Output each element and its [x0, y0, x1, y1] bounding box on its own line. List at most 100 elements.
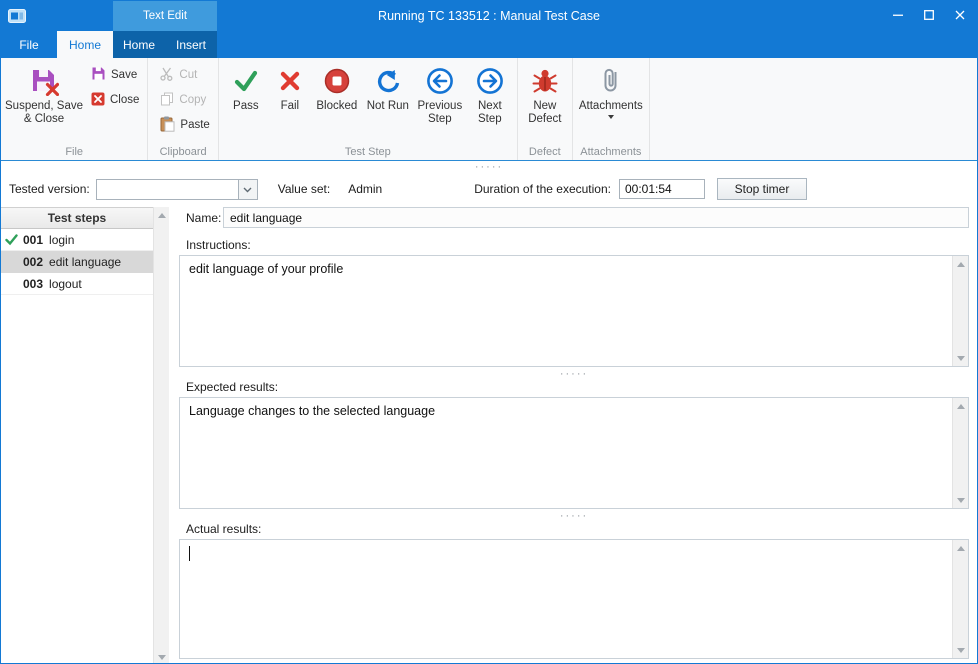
- step-name: login: [49, 233, 74, 247]
- close-button[interactable]: Close: [87, 89, 143, 111]
- pass-button[interactable]: Pass: [223, 62, 269, 113]
- pass-label: Pass: [233, 100, 259, 113]
- attachments-icon: [598, 64, 624, 97]
- name-row: Name:: [179, 207, 969, 228]
- test-step-row-002[interactable]: 002 edit language: [1, 251, 153, 273]
- titlebar[interactable]: Text Edit Running TC 133512 : Manual Tes…: [1, 1, 977, 31]
- scroll-up-button[interactable]: [953, 256, 968, 272]
- expected-results-textarea[interactable]: Language changes to the selected languag…: [179, 397, 969, 509]
- attachments-button[interactable]: Attachments: [577, 62, 645, 119]
- maximize-icon: [924, 7, 934, 25]
- actual-scrollbar[interactable]: [952, 540, 968, 658]
- tab-home[interactable]: Home: [57, 31, 113, 58]
- group-caption-attachments: Attachments: [573, 146, 649, 158]
- tab-file[interactable]: File: [1, 31, 57, 58]
- name-input[interactable]: [223, 207, 969, 228]
- splitter-dots: ·····: [560, 371, 588, 377]
- step-passed-check-icon: [5, 233, 18, 249]
- ribbon-splitter[interactable]: ·····: [1, 161, 977, 173]
- instructions-scrollbar[interactable]: [952, 256, 968, 366]
- suspend-save-close-button[interactable]: Suspend, Save & Close: [5, 62, 83, 126]
- triangle-down-icon: [158, 655, 166, 660]
- test-step-row-001[interactable]: 001 login: [1, 229, 153, 251]
- triangle-up-icon: [957, 262, 965, 267]
- execution-toolbar: Tested version: Value set: Admin Duratio…: [1, 173, 977, 205]
- group-caption-file: File: [1, 146, 147, 158]
- expected-actual-splitter[interactable]: ·····: [179, 509, 969, 522]
- next-step-button[interactable]: Next Step: [467, 62, 513, 126]
- new-defect-button[interactable]: New Defect: [522, 62, 568, 126]
- test-steps-panel: Test steps 001 login 002 edit language 0…: [1, 207, 169, 664]
- tested-version-combobox[interactable]: [96, 179, 258, 200]
- close-window-button[interactable]: [944, 1, 975, 31]
- not-run-icon: [374, 64, 402, 97]
- scroll-down-button[interactable]: [154, 649, 169, 664]
- blocked-label: Blocked: [316, 100, 357, 113]
- scrollbar-track[interactable]: [953, 272, 968, 350]
- app-icon[interactable]: [8, 9, 26, 23]
- scroll-up-button[interactable]: [953, 398, 968, 414]
- ribbon-group-test-step: Pass Fail Blocked Not Run Previous Step …: [219, 58, 518, 160]
- steps-scrollbar[interactable]: [153, 207, 169, 664]
- actual-results-textarea[interactable]: [179, 539, 969, 659]
- combobox-dropdown-button[interactable]: [238, 180, 257, 199]
- attachments-dropdown-icon[interactable]: [608, 115, 614, 119]
- ribbon-group-attachments: Attachments Attachments: [573, 58, 650, 160]
- ribbon-group-clipboard: Cut Copy Paste Clipboard: [148, 58, 218, 160]
- expected-results-text: Language changes to the selected languag…: [180, 398, 952, 508]
- ribbon-group-file: Suspend, Save & Close Save Close File: [1, 58, 148, 160]
- new-defect-icon: [531, 64, 559, 97]
- ribbon-group-defect: New Defect Defect: [518, 58, 573, 160]
- scrollbar-track[interactable]: [154, 223, 169, 649]
- save-button[interactable]: Save: [87, 64, 143, 86]
- duration-input[interactable]: [619, 179, 705, 199]
- expected-scrollbar[interactable]: [952, 398, 968, 508]
- fail-button[interactable]: Fail: [269, 62, 311, 113]
- name-label: Name:: [179, 211, 223, 225]
- triangle-down-icon: [957, 648, 965, 653]
- tab-textedit-insert[interactable]: Insert: [165, 31, 217, 58]
- tab-textedit-home[interactable]: Home: [113, 31, 165, 58]
- suspend-save-close-icon: [29, 64, 59, 97]
- group-caption-test-step: Test Step: [219, 146, 517, 158]
- fail-icon: [276, 64, 304, 97]
- chevron-down-icon: [243, 182, 252, 196]
- scroll-down-button[interactable]: [953, 642, 968, 658]
- triangle-down-icon: [957, 356, 965, 361]
- next-step-label: Next Step: [467, 100, 513, 126]
- test-step-row-003[interactable]: 003 logout: [1, 273, 153, 295]
- tested-version-value: [97, 180, 238, 199]
- scroll-down-button[interactable]: [953, 492, 968, 508]
- paste-label: Paste: [180, 119, 209, 131]
- copy-button[interactable]: Copy: [156, 89, 213, 111]
- blocked-icon: [323, 64, 351, 97]
- paste-button[interactable]: Paste: [156, 114, 213, 136]
- expected-results-label: Expected results:: [179, 380, 969, 395]
- triangle-up-icon: [957, 546, 965, 551]
- scrollbar-track[interactable]: [953, 556, 968, 642]
- scroll-up-button[interactable]: [953, 540, 968, 556]
- previous-step-button[interactable]: Previous Step: [413, 62, 467, 126]
- previous-step-label: Previous Step: [413, 100, 467, 126]
- instructions-expected-splitter[interactable]: ·····: [179, 367, 969, 380]
- blocked-button[interactable]: Blocked: [311, 62, 363, 113]
- instructions-textarea[interactable]: edit language of your profile: [179, 255, 969, 367]
- suspend-save-close-label: Suspend, Save & Close: [5, 100, 83, 126]
- clipboard-buttons: Cut Copy Paste: [156, 62, 213, 136]
- stop-timer-button[interactable]: Stop timer: [717, 178, 807, 200]
- minimize-button[interactable]: [882, 1, 913, 31]
- fail-label: Fail: [281, 100, 300, 113]
- scrollbar-track[interactable]: [953, 414, 968, 492]
- previous-step-icon: [426, 64, 454, 97]
- minimize-icon: [893, 7, 903, 25]
- attachments-label: Attachments: [579, 100, 643, 113]
- save-icon: [91, 66, 106, 84]
- scroll-up-button[interactable]: [154, 207, 169, 223]
- duration-label: Duration of the execution:: [474, 182, 611, 196]
- pass-icon: [232, 64, 260, 97]
- not-run-button[interactable]: Not Run: [363, 62, 413, 113]
- instructions-text: edit language of your profile: [180, 256, 952, 366]
- cut-button[interactable]: Cut: [156, 64, 213, 86]
- scroll-down-button[interactable]: [953, 350, 968, 366]
- maximize-button[interactable]: [913, 1, 944, 31]
